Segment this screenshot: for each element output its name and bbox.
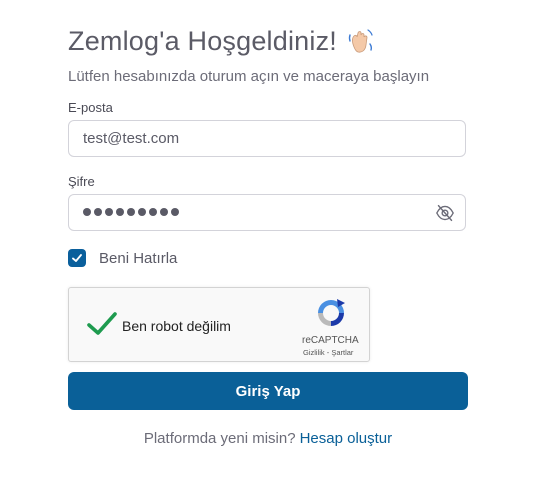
signup-prompt-text: Platformda yeni misin? <box>143 430 296 447</box>
create-account-link[interactable]: Hesap oluştur <box>300 430 393 447</box>
signup-prompt: Platformda yeni misin? Hesap oluştur <box>68 430 468 447</box>
recaptcha-widget: Ben robot değilim reCAPTCHA Gizlilik - Ş… <box>68 287 370 362</box>
password-field[interactable] <box>68 194 466 231</box>
password-dot <box>149 208 157 216</box>
password-dot <box>116 208 124 216</box>
eye-slash-icon[interactable] <box>435 204 455 222</box>
page-title: Zemlog'a Hoşgeldiniz! <box>68 26 376 57</box>
email-label: E-posta <box>68 100 113 115</box>
remember-me: Beni Hatırla <box>68 249 177 267</box>
password-dot <box>127 208 135 216</box>
title-text: Zemlog'a Hoşgeldiniz! <box>68 26 337 56</box>
waving-hand-icon <box>346 27 376 57</box>
password-dot <box>171 208 179 216</box>
recaptcha-label: Ben robot değilim <box>122 318 231 334</box>
email-field[interactable]: test@test.com <box>68 120 466 157</box>
password-dot <box>83 208 91 216</box>
password-label: Şifre <box>68 174 95 189</box>
remember-me-checkbox[interactable] <box>68 249 86 267</box>
password-dot <box>105 208 113 216</box>
checkmark-icon <box>72 254 82 262</box>
email-value: test@test.com <box>83 130 180 147</box>
password-dot <box>94 208 102 216</box>
password-dot <box>160 208 168 216</box>
login-button[interactable]: Giriş Yap <box>68 372 468 410</box>
page-subtitle: Lütfen hesabınızda oturum açın ve macera… <box>68 68 430 85</box>
recaptcha-logo-icon <box>315 297 347 329</box>
recaptcha-brand: reCAPTCHA <box>302 335 359 346</box>
remember-me-label: Beni Hatırla <box>99 249 178 267</box>
recaptcha-links[interactable]: Gizlilik - Şartlar <box>303 348 353 357</box>
password-masked-value <box>83 208 179 216</box>
password-dot <box>138 208 146 216</box>
recaptcha-check-icon[interactable] <box>86 311 118 337</box>
